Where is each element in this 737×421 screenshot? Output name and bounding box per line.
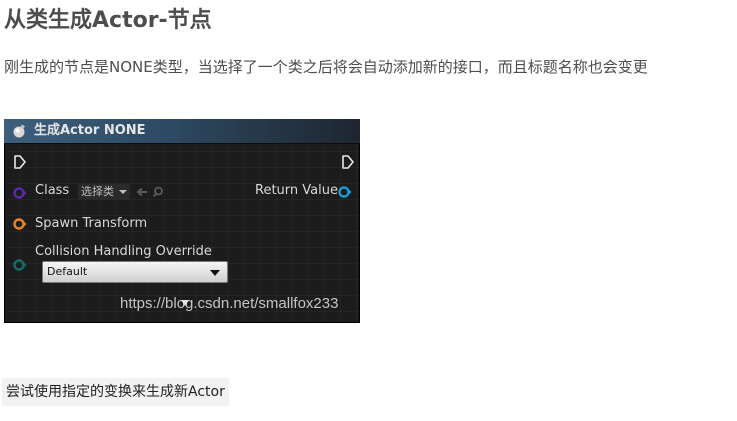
description-text: 刚生成的节点是NONE类型，当选择了一个类之后将会自动添加新的接口，而且标题名称… (4, 58, 648, 76)
return-value-pin-icon[interactable] (338, 185, 352, 199)
collision-handling-label: Collision Handling Override (35, 244, 212, 259)
exec-in-pin-icon[interactable] (13, 154, 27, 170)
class-label: Class (35, 183, 70, 198)
watermark-text: https://blog.csdn.net/smallfox233 (120, 295, 339, 312)
spawn-actor-icon (13, 124, 25, 138)
page-title: 从类生成Actor-节点 (4, 8, 212, 33)
spawn-actor-node[interactable]: 生成Actor NONE Class 选择类 Return Value Spaw… (4, 119, 360, 323)
node-title: 生成Actor NONE (34, 123, 146, 138)
class-pin-icon[interactable] (13, 186, 27, 200)
collision-handling-value: Default (47, 265, 88, 278)
collision-pin-icon[interactable] (13, 258, 27, 272)
chevron-down-icon (210, 270, 220, 276)
spawn-transform-label: Spawn Transform (35, 216, 148, 231)
spawn-transform-pin-icon[interactable] (13, 217, 27, 231)
caption-code-text: 尝试使用指定的变换来生成新Actor (2, 378, 229, 406)
use-selected-arrow-icon[interactable] (136, 186, 148, 198)
exec-out-pin-icon[interactable] (341, 154, 355, 170)
return-value-label: Return Value (255, 183, 338, 198)
class-select-dropdown[interactable]: 选择类 (78, 184, 130, 200)
chevron-down-icon (119, 190, 127, 194)
collision-handling-dropdown[interactable]: Default (42, 261, 228, 283)
browse-search-icon[interactable] (152, 186, 164, 198)
node-header[interactable]: 生成Actor NONE (4, 119, 360, 144)
class-select-value: 选择类 (81, 185, 114, 198)
